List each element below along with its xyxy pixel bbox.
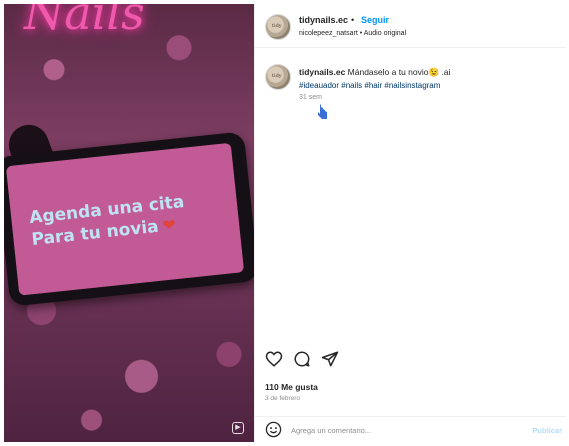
caption-hashtags[interactable]: #ideauador #nails #hair #nailsinstagram <box>299 81 440 90</box>
heart-emoji-icon: ❤ <box>161 214 177 236</box>
action-bar <box>265 350 339 370</box>
paper-plane-icon[interactable] <box>321 350 339 368</box>
comment-bar: Publicar <box>255 416 566 442</box>
follow-button[interactable]: Seguir <box>361 15 389 25</box>
header-username[interactable]: tidynails.ec <box>299 15 348 25</box>
caption-text: Mándaselo a tu novio😉 .ai <box>345 67 451 77</box>
publish-button[interactable]: Publicar <box>532 426 562 435</box>
caption-avatar[interactable]: tidy <box>265 64 291 90</box>
caption-username[interactable]: tidynails.ec <box>299 67 345 77</box>
hand-cursor-icon <box>317 104 329 120</box>
comment-bubble-icon[interactable] <box>293 350 311 368</box>
phone-in-image: Agenda una cita Para tu novia ❤ <box>4 131 254 307</box>
post-date: 3 de febrero <box>265 395 301 402</box>
comment-input[interactable] <box>291 422 511 438</box>
reel-icon: ▶ <box>232 422 244 434</box>
post-header: tidy tidynails.ec • Seguir nicolepeez_na… <box>255 4 566 48</box>
post-details-panel: tidy tidynails.ec • Seguir nicolepeez_na… <box>254 4 566 442</box>
heart-outline-icon[interactable] <box>265 350 283 368</box>
neon-sign-text: Nails <box>24 4 145 40</box>
post-caption: tidynails.ec Mándaselo a tu novio😉 .ai #… <box>299 66 549 92</box>
emoji-icon[interactable] <box>265 421 282 438</box>
post-media[interactable]: Nails Agenda una cita Para tu novia ❤ ▶ <box>4 4 254 442</box>
phone-screen: Agenda una cita Para tu novia ❤ <box>5 142 245 296</box>
avatar[interactable]: tidy <box>265 14 291 40</box>
audio-attribution[interactable]: nicolepeez_natsart • Audio original <box>299 30 406 37</box>
caption-timestamp: 31 sem <box>299 94 322 101</box>
likes-count[interactable]: 110 Me gusta <box>265 382 318 392</box>
separator-dot: • <box>351 15 355 25</box>
